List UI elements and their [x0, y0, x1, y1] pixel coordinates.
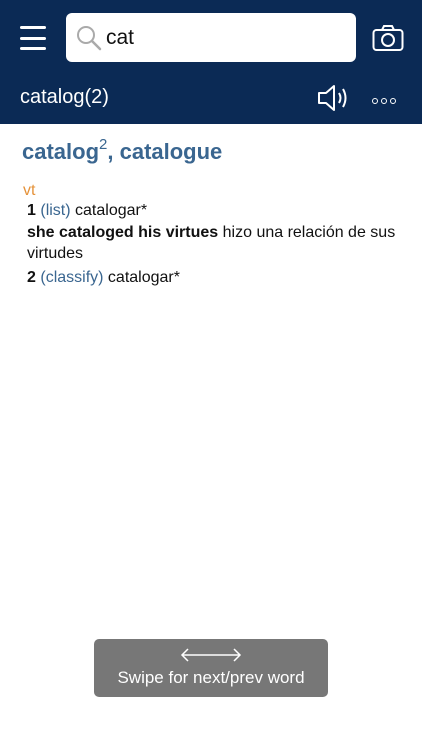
headword-text: catalog [22, 139, 100, 164]
example-phrase: she cataloged his virtues [27, 224, 219, 241]
search-input[interactable] [106, 21, 341, 54]
headword: catalog2, catalogue [22, 136, 222, 165]
sense-2: 2 (classify) catalogar* [27, 269, 180, 287]
entry-title: catalog(2) [20, 86, 109, 108]
sense-number: 1 [27, 202, 36, 219]
sense-gloss-link[interactable]: (classify) [40, 269, 103, 286]
sense-1: 1 (list) catalogar* [27, 202, 147, 220]
search-box[interactable] [66, 13, 356, 62]
headword-variant: , catalogue [107, 139, 223, 164]
toast-text: Swipe for next/prev word [117, 668, 305, 687]
more-icon[interactable] [372, 90, 406, 106]
swipe-hint-toast: Swipe for next/prev word [94, 639, 328, 697]
sense-number: 2 [27, 269, 36, 286]
top-bar: catalog(2) [0, 0, 422, 124]
speaker-icon[interactable] [316, 83, 350, 113]
sense-translation: catalogar* [107, 269, 180, 286]
part-of-speech: vt [23, 182, 36, 199]
sense-gloss-link[interactable]: (list) [40, 202, 70, 219]
search-icon [77, 26, 102, 51]
example-sentence: she cataloged his virtues hizo una relac… [27, 222, 397, 264]
sense-translation: catalogar* [75, 202, 148, 219]
double-arrow-icon [180, 648, 242, 662]
camera-icon[interactable] [372, 24, 404, 52]
menu-icon[interactable] [20, 26, 46, 50]
